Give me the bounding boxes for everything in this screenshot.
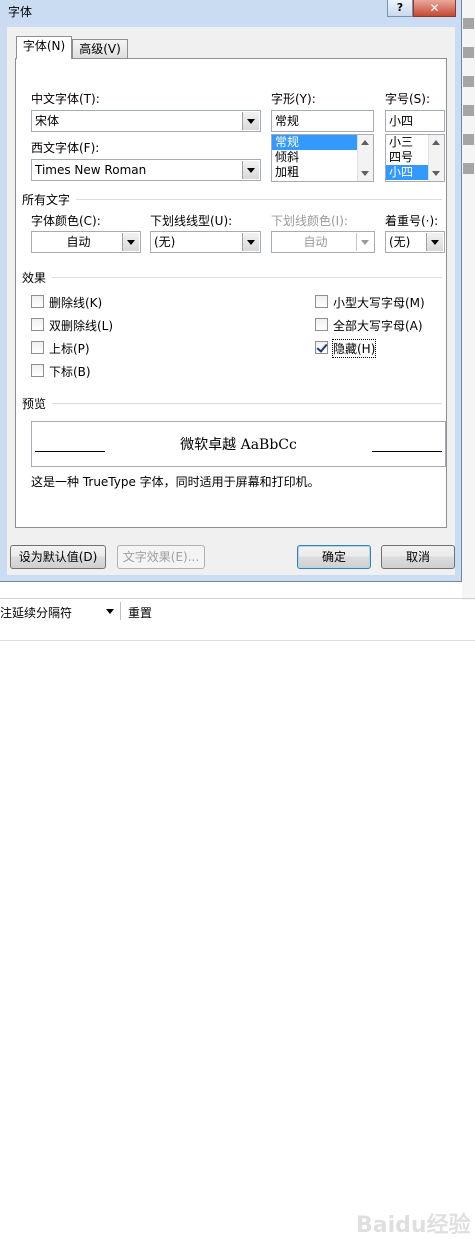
all-caps-label[interactable]: 全部大写字母(A) xyxy=(333,317,423,334)
superscript-label[interactable]: 上标(P) xyxy=(49,340,90,357)
hidden-label[interactable]: 隐藏(H) xyxy=(331,339,377,358)
title-bar: 字体 ? ✕ xyxy=(0,0,462,26)
underline-style-label: 下划线线型(U): xyxy=(150,214,233,228)
effects-group-label: 效果 xyxy=(22,271,47,285)
hidden-checkbox[interactable] xyxy=(315,341,328,354)
emphasis-label: 着重号(·): xyxy=(385,214,439,228)
underline-style-value: (无) xyxy=(154,235,176,249)
scroll-down-icon[interactable] xyxy=(361,171,369,176)
chevron-down-icon[interactable] xyxy=(102,602,118,620)
size-list[interactable]: 小三 四号 小四 xyxy=(385,134,445,182)
double-strikethrough-checkbox[interactable] xyxy=(31,318,44,331)
cancel-button[interactable]: 取消 xyxy=(381,545,455,569)
group-divider xyxy=(52,277,442,278)
scroll-down-icon[interactable] xyxy=(432,171,440,176)
document-divider xyxy=(0,640,475,641)
document-style-bar: 注延续分隔符 重置 Baidu经验 xyxy=(0,598,475,1238)
font-color-value: 自动 xyxy=(66,235,91,249)
chinese-font-value: 宋体 xyxy=(35,114,60,128)
chinese-font-select[interactable]: 宋体 xyxy=(31,110,261,132)
help-button[interactable]: ? xyxy=(387,0,413,17)
tab-font[interactable]: 字体(N) xyxy=(16,36,72,59)
western-font-select[interactable]: Times New Roman xyxy=(31,159,261,181)
chevron-down-icon[interactable] xyxy=(242,233,259,251)
dialog-title: 字体 xyxy=(8,5,33,19)
truetype-note: 这是一种 TrueType 字体，同时适用于屏幕和打印机。 xyxy=(31,475,320,489)
tab-advanced[interactable]: 高级(V) xyxy=(72,39,128,60)
chevron-down-icon[interactable] xyxy=(242,112,259,130)
style-input[interactable]: 常规 xyxy=(271,110,374,132)
scroll-up-icon[interactable] xyxy=(432,140,440,145)
size-value: 小四 xyxy=(389,114,414,128)
group-divider xyxy=(76,199,442,200)
font-color-select[interactable]: 自动 xyxy=(31,231,141,253)
font-color-label: 字体颜色(C): xyxy=(31,214,101,228)
watermark: Baidu经验 xyxy=(356,1213,471,1238)
size-label: 字号(S): xyxy=(385,92,431,106)
style-label: 字形(Y): xyxy=(271,92,316,106)
emphasis-value: (无) xyxy=(389,235,411,249)
subscript-checkbox[interactable] xyxy=(31,364,44,377)
small-caps-label[interactable]: 小型大写字母(M) xyxy=(333,294,425,311)
underline-color-select: 自动 xyxy=(271,231,375,253)
strikethrough-checkbox[interactable] xyxy=(31,295,44,308)
emphasis-select[interactable]: (无) xyxy=(385,231,445,253)
double-strikethrough-label[interactable]: 双删除线(L) xyxy=(49,317,113,334)
small-caps-checkbox[interactable] xyxy=(315,295,328,308)
preview-box: 微软卓越 AaBbCc xyxy=(31,421,446,467)
toolbar-divider xyxy=(120,602,121,620)
preview-group-label: 预览 xyxy=(22,397,47,411)
group-divider xyxy=(52,403,442,404)
strikethrough-label[interactable]: 删除线(K) xyxy=(49,294,102,311)
size-input[interactable]: 小四 xyxy=(385,110,445,132)
font-dialog: 字体 ? ✕ 字体(N) 高级(V) 中文字体(T): 宋体 西文字体(F): … xyxy=(0,0,462,582)
ok-button[interactable]: 确定 xyxy=(297,545,371,569)
western-font-value: Times New Roman xyxy=(35,163,147,177)
scrollbar[interactable] xyxy=(428,135,444,181)
document-text-strip xyxy=(462,0,475,600)
chevron-down-icon xyxy=(356,233,373,251)
western-font-label: 西文字体(F): xyxy=(31,141,100,155)
subscript-label[interactable]: 下标(B) xyxy=(49,363,91,380)
all-text-group-label: 所有文字 xyxy=(22,193,71,207)
style-value: 常规 xyxy=(275,114,300,128)
underline-color-value: 自动 xyxy=(303,235,328,249)
chevron-down-icon[interactable] xyxy=(122,233,139,251)
dialog-client: 字体(N) 高级(V) 中文字体(T): 宋体 西文字体(F): Times N… xyxy=(7,27,455,575)
chevron-down-icon[interactable] xyxy=(426,233,443,251)
reset-button[interactable]: 重置 xyxy=(128,604,152,621)
close-button[interactable]: ✕ xyxy=(413,0,456,17)
chevron-down-icon[interactable] xyxy=(242,161,259,179)
chinese-font-label: 中文字体(T): xyxy=(31,92,100,106)
set-default-button[interactable]: 设为默认值(D) xyxy=(10,545,106,569)
preview-baseline-right xyxy=(372,451,442,452)
underline-color-label: 下划线颜色(I): xyxy=(271,214,348,228)
font-tab-panel: 中文字体(T): 宋体 西文字体(F): Times New Roman 字形(… xyxy=(15,58,447,528)
style-box[interactable]: 注延续分隔符 xyxy=(0,604,72,621)
all-caps-checkbox[interactable] xyxy=(315,318,328,331)
scroll-up-icon[interactable] xyxy=(361,140,369,145)
underline-style-select[interactable]: (无) xyxy=(150,231,261,253)
superscript-checkbox[interactable] xyxy=(31,341,44,354)
style-list[interactable]: 常规 倾斜 加粗 xyxy=(271,134,374,182)
text-effects-button: 文字效果(E)... xyxy=(117,545,205,569)
scrollbar[interactable] xyxy=(357,135,373,181)
